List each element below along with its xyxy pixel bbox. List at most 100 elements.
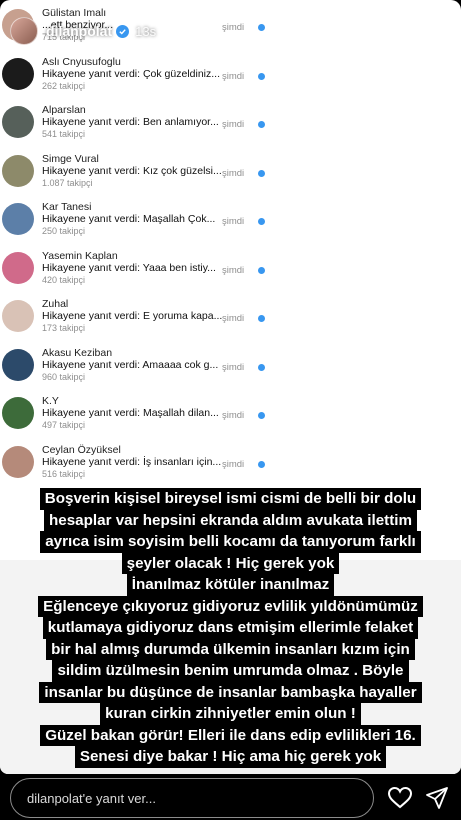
unread-dot-icon — [258, 460, 265, 468]
notification-message: Hikayene yanıt verdi: Ben anlamıyor... — [42, 116, 219, 128]
list-item[interactable]: Zuhal Hikayene yanıt verdi: E yoruma kapa… — [0, 293, 290, 342]
unread-dot-icon — [258, 121, 265, 128]
notification-time: şimdi — [222, 361, 245, 373]
notification-time: şimdi — [222, 119, 245, 130]
heart-icon[interactable] — [388, 787, 412, 809]
caption-line: ayrıca isim soyisim belli kocamı da tanı… — [40, 531, 421, 553]
notification-time: şimdi — [222, 410, 245, 421]
list-item[interactable]: Kar Tanesi Hikayene yanıt verdi: Maşallah… — [0, 196, 290, 245]
notification-user-name: Simge Vural — [42, 152, 99, 165]
follower-count: 497 takipçi — [42, 420, 86, 430]
list-item[interactable]: Yasemin Kaplan Hikayene yanıt verdi: Yaaa… — [0, 245, 290, 294]
notification-text: Kar Tanesi Hikayene yanıt verdi: Maşallah… — [42, 201, 227, 237]
notification-message: Hikayene yanıt verdi: Kız çok güzelsi... — [42, 164, 222, 177]
notification-user-name: Kar Tanesi — [42, 201, 92, 213]
notification-text: K.Y Hikayene yanıt verdi: Maşallah dilan.… — [42, 395, 227, 431]
list-item[interactable]: Aslı Cnyusufoglu Hikayene yanıt verdi: Ço… — [0, 51, 290, 100]
caption-line: Eğlenceye çıkıyoruz gidiyoruz evlilik yı… — [38, 595, 423, 617]
reply-bar: dilanpolat'e yanıt ver... — [0, 776, 461, 820]
notification-message: Hikayene yanıt verdi: Amaaaa cok g... — [42, 358, 219, 371]
follower-count: 1.087 takipçi — [42, 177, 93, 188]
caption-line: İnanılmaz kötüler inanılmaz — [126, 574, 335, 596]
play-icon[interactable] — [361, 23, 375, 39]
notification-list: Gülistan İmalı ...ett benziyor... 715 taki… — [0, 2, 290, 487]
story-header: dilanpolat 13s — [0, 12, 461, 50]
list-item[interactable]: Simge Vural Hikayene yanıt verdi: Kız çok… — [0, 148, 290, 197]
avatar[interactable] — [2, 300, 34, 332]
list-item[interactable]: Alparslan Hikayene yanıt verdi: Ben anlam… — [0, 99, 290, 148]
notification-text: Alparslan Hikayene yanıt verdi: Ben anlam… — [42, 104, 227, 140]
avatar[interactable] — [2, 203, 34, 235]
notification-text: Simge Vural Hikayene yanıt verdi: Kız çok… — [42, 153, 227, 189]
caption-line: hesaplar var hepsini ekranda aldım avuka… — [44, 509, 417, 531]
caption-line: bir hal almış durumda ülkemin insanları … — [46, 638, 415, 660]
caption-line: şeyler olacak ! Hiç gerek yok — [121, 552, 340, 574]
notification-message: Hikayene yanıt verdi: Maşallah Çok... — [42, 213, 216, 225]
caption-line: insanlar bu düşünce de insanlar bambaşka… — [39, 681, 422, 703]
caption-line: kutlamaya gidiyoruz dans etmişim ellerim… — [42, 617, 419, 639]
avatar[interactable] — [2, 154, 34, 187]
notification-time: şimdi — [222, 313, 245, 324]
notification-time: şimdi — [222, 216, 245, 227]
avatar[interactable] — [10, 17, 38, 45]
story-progress-bar — [8, 6, 453, 8]
verified-badge-icon — [116, 24, 130, 38]
caption-line: Boşverin kişisel bireysel ismi cismi de … — [39, 488, 422, 510]
notification-time: şimdi — [222, 458, 245, 470]
follower-count: 516 takipçi — [42, 468, 86, 479]
unread-dot-icon — [258, 315, 265, 322]
follower-count: 173 takipçi — [42, 323, 86, 333]
avatar[interactable] — [2, 445, 34, 478]
notification-user-name: Alparslan — [42, 104, 86, 116]
follower-count: 541 takipçi — [42, 129, 86, 139]
unread-dot-icon — [258, 363, 265, 371]
notification-text: Akasu Keziban Hikayene yanıt verdi: Amaaa… — [42, 347, 227, 383]
notification-user-name: Aslı Cnyusufoglu — [42, 55, 121, 68]
caption-line: Güzel bakan görür! Elleri ile dans edip … — [40, 724, 421, 746]
notification-time: şimdi — [222, 264, 245, 276]
caption-line: kuran cirkin zihniyetler emin olun ! — [100, 703, 361, 725]
notification-time: şimdi — [222, 70, 245, 82]
notification-message: Hikayene yanıt verdi: İş insanları için.… — [42, 455, 222, 468]
caption-line: sildim üzülmesin benim umrumda olmaz . B… — [52, 660, 409, 682]
notification-text: Aslı Cnyusufoglu Hikayene yanıt verdi: Ço… — [42, 56, 227, 92]
notification-text: Zuhal Hikayene yanıt verdi: E yoruma kapa… — [42, 298, 227, 334]
notification-user-name: Akasu Keziban — [42, 346, 113, 359]
header-actions — [361, 23, 449, 39]
post-time: 13s — [135, 23, 157, 39]
unread-dot-icon — [258, 412, 265, 419]
avatar[interactable] — [2, 57, 34, 90]
follower-count: 960 takipçi — [42, 371, 86, 382]
follower-count: 420 takipçi — [42, 274, 86, 285]
follower-count: 262 takipçi — [42, 80, 86, 91]
notification-text: Ceylan Özyüksel Hikayene yanıt verdi: İş … — [42, 444, 227, 480]
list-item[interactable]: Ceylan Özyüksel Hikayene yanıt verdi: İş … — [0, 439, 290, 488]
list-item[interactable]: K.Y Hikayene yanıt verdi: Maşallah dilan.… — [0, 390, 290, 439]
avatar[interactable] — [2, 397, 34, 429]
username[interactable]: dilanpolat — [46, 23, 112, 39]
send-icon[interactable] — [426, 787, 448, 809]
caption-line: Senesi diye bakar ! Hiç ama hiç gerek yo… — [74, 746, 387, 768]
notification-user-name: Zuhal — [42, 298, 69, 310]
notification-text: Yasemin Kaplan Hikayene yanıt verdi: Yaaa… — [42, 250, 227, 286]
notification-user-name: Yasemin Kaplan — [42, 249, 118, 262]
avatar[interactable] — [2, 348, 34, 381]
notification-message: Hikayene yanıt verdi: Maşallah dilan... — [42, 407, 219, 419]
avatar[interactable] — [2, 251, 34, 284]
unread-dot-icon — [258, 72, 265, 80]
list-item[interactable]: Akasu Keziban Hikayene yanıt verdi: Amaaa… — [0, 342, 290, 391]
unread-dot-icon — [258, 169, 265, 177]
notification-user-name: Ceylan Özyüksel — [42, 443, 121, 456]
notification-time: şimdi — [222, 167, 245, 179]
story-viewer: Gülistan İmalı ...ett benziyor... 715 taki… — [0, 0, 461, 820]
notification-message: Hikayene yanıt verdi: Yaaa ben istiy... — [42, 261, 216, 274]
more-dots-icon[interactable] — [431, 29, 449, 33]
reply-input[interactable]: dilanpolat'e yanıt ver... — [10, 778, 374, 818]
notification-message: Hikayene yanıt verdi: E yoruma kapa... — [42, 310, 223, 322]
notification-message: Hikayene yanıt verdi: Çok güzeldiniz... — [42, 67, 221, 80]
notification-user-name: K.Y — [42, 395, 59, 407]
unread-dot-icon — [258, 218, 265, 225]
speaker-muted-icon[interactable] — [393, 23, 413, 39]
avatar[interactable] — [2, 106, 34, 138]
unread-dot-icon — [258, 266, 265, 274]
